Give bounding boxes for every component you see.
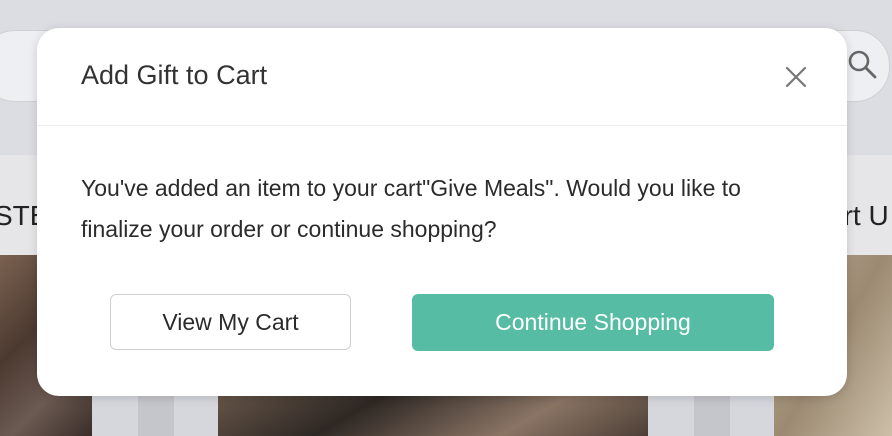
add-gift-modal: Add Gift to Cart You've added an item to… — [37, 28, 847, 396]
view-cart-button[interactable]: View My Cart — [110, 294, 351, 350]
search-icon — [848, 50, 877, 79]
modal-message: You've added an item to your cart"Give M… — [81, 175, 741, 242]
continue-shopping-button[interactable]: Continue Shopping — [412, 294, 774, 351]
modal-header: Add Gift to Cart — [37, 28, 847, 126]
modal-title: Add Gift to Cart — [81, 60, 268, 90]
close-icon[interactable] — [781, 62, 811, 92]
